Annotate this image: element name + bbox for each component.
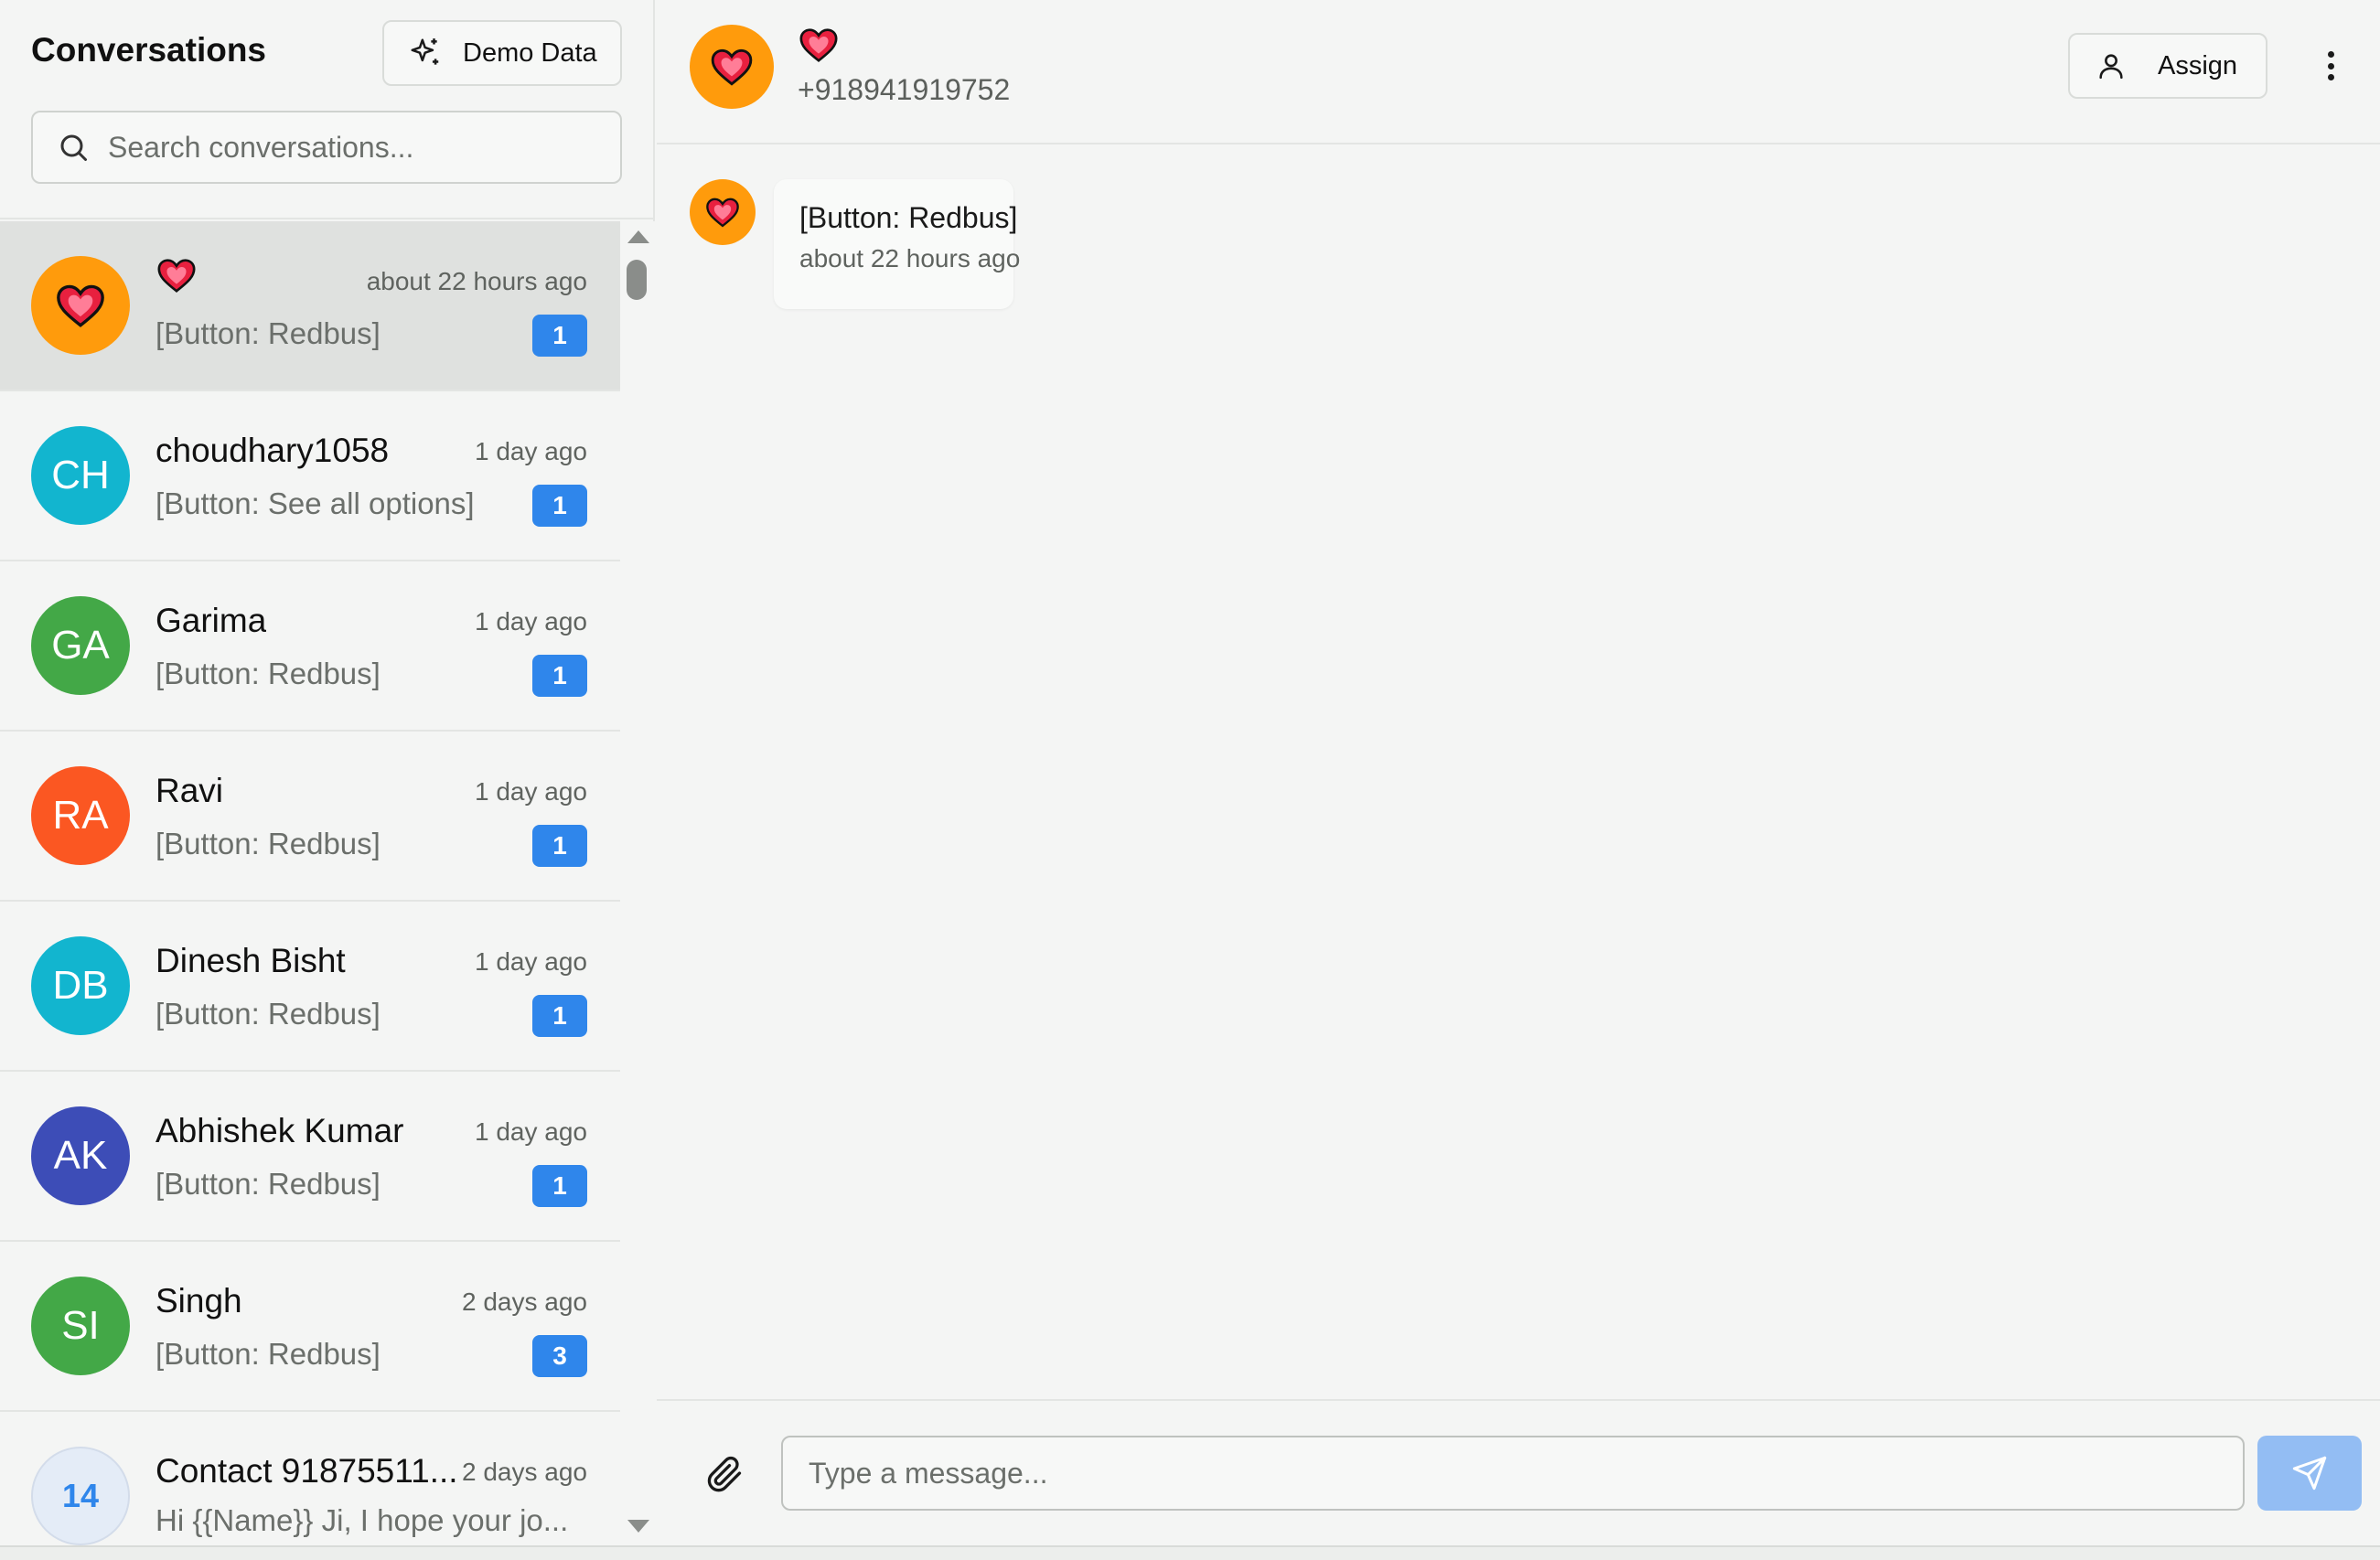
conversation-time: about 22 hours ago [366, 267, 587, 295]
conversation-name: Singh [155, 1282, 242, 1320]
demo-data-button[interactable]: Demo Data [382, 20, 622, 86]
unread-badge: 1 [532, 995, 587, 1037]
heart-icon [57, 284, 104, 327]
window-bottom-edge [0, 1545, 2380, 1560]
conversation-preview: [Button: Redbus] [155, 1337, 381, 1371]
avatar [31, 256, 130, 355]
conversation-preview: [Button: Redbus] [155, 827, 381, 860]
conversations-sidebar: Conversations Demo Data Search conversat… [0, 0, 655, 1545]
conversation-name: choudhary1058 [155, 432, 390, 469]
unread-badge: 1 [532, 825, 587, 867]
inbox-app: Conversations Demo Data Search conversat… [0, 0, 2380, 1560]
conversation-item[interactable]: GA Garima 1 day ago [Button: Redbus] 1 [0, 561, 620, 732]
conversation-name: Contact 91875511... [155, 1452, 457, 1490]
conversation-time: 1 day ago [475, 777, 587, 806]
demo-data-label: Demo Data [463, 37, 597, 68]
conversation-preview: [Button: Redbus] [155, 997, 381, 1031]
avatar: 14 [31, 1447, 130, 1545]
send-button[interactable] [2257, 1436, 2362, 1511]
conversation-time: 1 day ago [475, 1117, 587, 1146]
conversation-item[interactable]: AK Abhishek Kumar 1 day ago [Button: Red… [0, 1072, 620, 1242]
heart-icon [799, 28, 838, 62]
conversation-item[interactable]: about 22 hours ago [Button: Redbus] 1 [0, 221, 620, 391]
message-time: about 22 hours ago [799, 244, 1021, 272]
conversation-name: Dinesh Bisht [155, 942, 346, 979]
conversation-item[interactable]: DB Dinesh Bisht 1 day ago [Button: Redbu… [0, 902, 620, 1072]
contact-avatar [690, 25, 774, 109]
conversation-time: 1 day ago [475, 437, 587, 465]
message-thread: [Button: Redbus] about 22 hours ago [657, 146, 2380, 1399]
scrollbar-thumb[interactable] [627, 260, 647, 300]
avatar: SI [31, 1277, 130, 1375]
conversation-item[interactable]: SI Singh 2 days ago [Button: Redbus] 3 [0, 1242, 620, 1412]
heart-icon [711, 48, 753, 86]
conversation-time: 2 days ago [462, 1288, 587, 1316]
send-icon [2292, 1456, 2327, 1491]
search-icon [60, 134, 87, 161]
assign-label: Assign [2158, 50, 2238, 80]
heart-icon [706, 198, 739, 228]
conversation-time: 1 day ago [475, 947, 587, 976]
conversation-time: 2 days ago [462, 1458, 587, 1486]
conversation-name: Garima [155, 602, 267, 639]
message-bubble: [Button: Redbus] about 22 hours ago [774, 179, 1021, 309]
sidebar-header: Conversations Demo Data [0, 0, 655, 219]
sparkles-icon [411, 38, 439, 65]
message-input[interactable] [781, 1436, 2245, 1511]
more-options-icon[interactable] [2314, 46, 2347, 86]
avatar: AK [31, 1106, 130, 1205]
conversation-preview: [Button: Redbus] [155, 316, 381, 350]
avatar: RA [31, 766, 130, 865]
message-text: [Button: Redbus] [799, 201, 1018, 234]
user-icon [2099, 54, 2123, 80]
chat-header: +918941919752 Assign [657, 0, 2380, 144]
paperclip-icon[interactable] [704, 1454, 745, 1494]
conversation-item[interactable]: CH choudhary1058 1 day ago [Button: See … [0, 391, 620, 561]
conversation-preview: [Button: Redbus] [155, 657, 381, 690]
conversation-name: Ravi [155, 772, 224, 809]
avatar: DB [31, 936, 130, 1035]
sidebar-title: Conversations [31, 31, 267, 69]
avatar: CH [31, 426, 130, 525]
conversation-list-scrollbar[interactable] [622, 221, 655, 1545]
search-box[interactable] [31, 111, 622, 184]
assign-button[interactable]: Assign [2068, 33, 2267, 99]
message-avatar [690, 179, 756, 245]
conversation-name: Abhishek Kumar [155, 1112, 404, 1149]
scroll-down-arrow-icon[interactable] [627, 1520, 649, 1533]
conversation-time: 1 day ago [475, 607, 587, 636]
conversation-preview: [Button: See all options] [155, 486, 475, 520]
unread-badge: 3 [532, 1335, 587, 1377]
conversation-list[interactable]: about 22 hours ago [Button: Redbus] 1 CH… [0, 221, 620, 1545]
conversation-item[interactable]: RA Ravi 1 day ago [Button: Redbus] 1 [0, 732, 620, 902]
chat-panel: +918941919752 Assign [Button: Redbus] ab… [657, 0, 2380, 1545]
scroll-up-arrow-icon[interactable] [627, 230, 649, 243]
unread-badge: 1 [532, 655, 587, 697]
search-input[interactable] [108, 130, 602, 165]
conversation-preview: Hi {{Name}} Ji, I hope your jo... [155, 1503, 569, 1537]
unread-badge: 1 [532, 315, 587, 357]
avatar: GA [31, 596, 130, 695]
conversation-preview: [Button: Redbus] [155, 1167, 381, 1201]
message-composer [657, 1399, 2380, 1545]
conversation-item[interactable]: 14 Contact 91875511... 2 days ago Hi {{N… [0, 1412, 620, 1545]
contact-phone: +918941919752 [798, 73, 1011, 106]
heart-icon [157, 259, 196, 293]
unread-badge: 1 [532, 1165, 587, 1207]
unread-badge: 1 [532, 485, 587, 527]
